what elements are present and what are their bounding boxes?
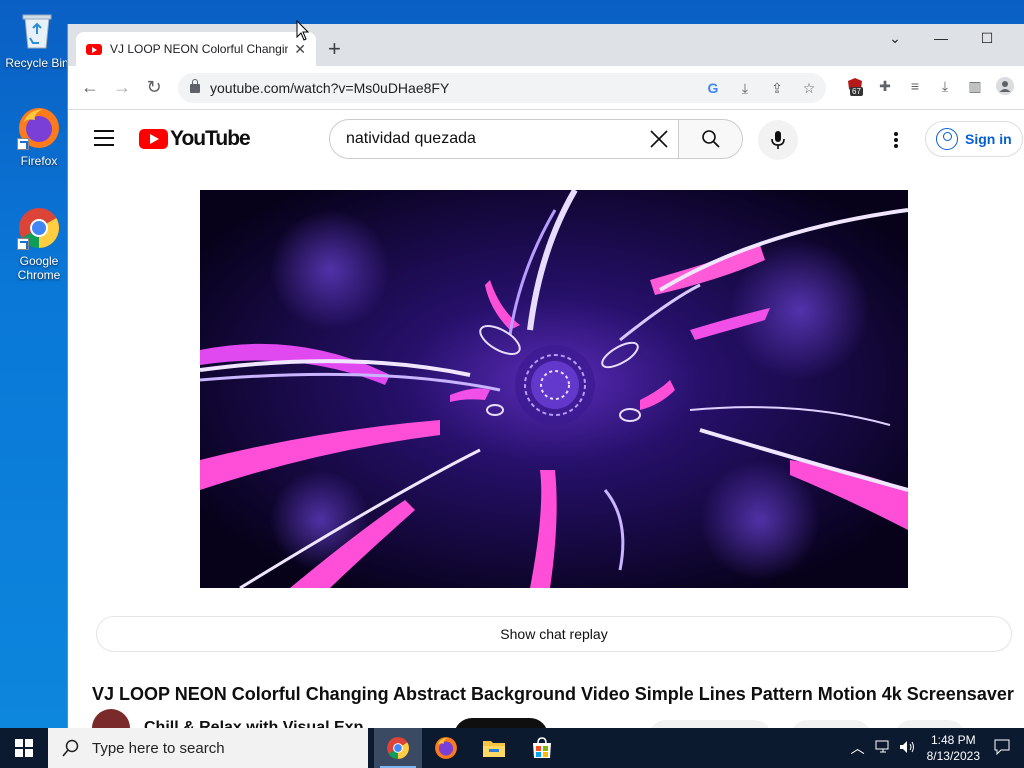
new-tab-button[interactable]: + xyxy=(328,38,341,60)
extension-shield-icon[interactable]: 67 xyxy=(846,77,864,96)
taskbar: Type here to search ︿ 1:48 PM 8/13/2023 xyxy=(0,728,1024,768)
channel-row: Chill & Relax with Visual Exp xyxy=(92,709,363,728)
taskbar-search-box[interactable]: Type here to search xyxy=(48,728,368,768)
sign-in-button[interactable]: Sign in xyxy=(925,121,1023,157)
store-bag-icon xyxy=(533,737,551,758)
tab-youtube-video[interactable]: VJ LOOP NEON Colorful Changing Abstract … xyxy=(76,32,316,66)
extension-badge: 67 xyxy=(850,87,863,96)
firefox-icon xyxy=(435,737,457,759)
search-icon xyxy=(701,130,720,148)
tab-title: VJ LOOP NEON Colorful Changing Abstract … xyxy=(110,42,289,56)
recycle-bin-icon xyxy=(15,8,59,52)
taskbar-clock[interactable]: 1:48 PM 8/13/2023 xyxy=(927,732,980,764)
media-control-icon[interactable]: ≡ xyxy=(906,77,924,95)
address-bar[interactable]: youtube.com/watch?v=Ms0uDHae8FY G ⤓ ⇪ ☆ xyxy=(178,73,826,103)
install-app-icon[interactable]: ⤓ xyxy=(736,79,754,97)
account-circle-icon xyxy=(936,128,958,150)
taskbar-search-placeholder: Type here to search xyxy=(92,739,225,757)
folder-icon xyxy=(483,741,505,757)
url-text: youtube.com/watch?v=Ms0uDHae8FY xyxy=(210,80,450,96)
desktop-icon-firefox[interactable]: Firefox xyxy=(6,106,72,168)
youtube-wordmark: YouTube xyxy=(170,127,251,150)
chat-replay-label: Show chat replay xyxy=(500,626,608,642)
search-box xyxy=(329,119,679,159)
bookmark-star-icon[interactable]: ☆ xyxy=(800,79,818,97)
shortcut-arrow-icon xyxy=(17,138,29,150)
mouse-cursor-icon xyxy=(296,20,310,41)
shortcut-arrow-icon xyxy=(17,238,29,250)
windows-logo-icon xyxy=(15,739,33,757)
tab-strip: VJ LOOP NEON Colorful Changing Abstract … xyxy=(68,24,1024,66)
back-button[interactable]: ← xyxy=(74,72,106,104)
youtube-header: YouTube Sign in xyxy=(68,110,1024,166)
video-title: VJ LOOP NEON Colorful Changing Abstract … xyxy=(92,684,1014,704)
youtube-page: YouTube Sign in xyxy=(68,110,1024,728)
settings-more-icon[interactable] xyxy=(894,132,898,150)
downloads-icon[interactable]: ⤓ xyxy=(936,77,954,95)
subscribe-button[interactable] xyxy=(454,718,548,728)
forward-button[interactable]: → xyxy=(106,72,138,104)
voice-search-button[interactable] xyxy=(758,120,798,160)
tab-search-chevron-icon[interactable]: ⌄ xyxy=(872,30,918,47)
video-player[interactable] xyxy=(200,190,908,588)
search-button[interactable] xyxy=(679,119,743,159)
taskbar-microsoft-store[interactable] xyxy=(518,728,566,768)
channel-avatar[interactable] xyxy=(92,709,130,728)
google-g-icon[interactable]: G xyxy=(704,79,722,97)
tab-close-icon[interactable]: ✕ xyxy=(294,41,306,58)
search-icon xyxy=(62,739,79,757)
neon-abstract-video-frame xyxy=(200,190,908,588)
browser-toolbar: ← → ↻ youtube.com/watch?v=Ms0uDHae8FY G … xyxy=(68,66,1024,110)
desktop-icon-recycle-bin[interactable]: Recycle Bin xyxy=(4,8,70,70)
lock-icon xyxy=(190,78,200,93)
taskbar-firefox[interactable] xyxy=(422,728,470,768)
share-icon[interactable]: ⇪ xyxy=(768,79,786,97)
youtube-play-logo-icon xyxy=(139,129,168,149)
clock-date: 8/13/2023 xyxy=(926,749,980,763)
chrome-icon xyxy=(387,737,409,759)
youtube-logo[interactable]: YouTube xyxy=(139,127,251,151)
sign-in-label: Sign in xyxy=(965,131,1012,147)
desktop-icon-label: Google Chrome xyxy=(17,254,61,282)
profile-icon[interactable] xyxy=(996,77,1014,95)
clear-search-icon[interactable] xyxy=(648,128,670,150)
start-button[interactable] xyxy=(0,728,48,768)
desktop-icon-chrome[interactable]: Google Chrome xyxy=(6,206,72,282)
system-tray: ︿ 1:48 PM 8/13/2023 xyxy=(851,728,1024,768)
network-icon[interactable] xyxy=(875,740,891,757)
firefox-icon xyxy=(17,106,61,150)
channel-name[interactable]: Chill & Relax with Visual Exp xyxy=(144,719,363,728)
side-panel-icon[interactable]: ▥ xyxy=(966,77,984,95)
chrome-window: VJ LOOP NEON Colorful Changing Abstract … xyxy=(67,24,1024,728)
desktop-icon-label: Recycle Bin xyxy=(5,56,69,70)
search-input[interactable] xyxy=(346,130,636,148)
menu-hamburger-icon[interactable] xyxy=(94,130,114,151)
volume-icon[interactable] xyxy=(899,740,917,757)
microphone-icon xyxy=(771,131,785,149)
show-chat-replay-button[interactable]: Show chat replay xyxy=(96,616,1012,652)
youtube-favicon-icon xyxy=(86,43,102,55)
minimize-button[interactable]: — xyxy=(918,30,964,46)
reload-button[interactable]: ↻ xyxy=(138,72,170,104)
maximize-button[interactable]: ☐ xyxy=(964,30,1010,47)
chrome-icon xyxy=(17,206,61,250)
like-dislike-pill[interactable] xyxy=(648,720,772,728)
taskbar-file-explorer[interactable] xyxy=(470,728,518,768)
more-actions-pill[interactable] xyxy=(894,720,966,728)
share-pill[interactable] xyxy=(790,720,872,728)
clock-time: 1:48 PM xyxy=(930,733,976,747)
taskbar-chrome[interactable] xyxy=(374,728,422,768)
notifications-icon[interactable] xyxy=(994,739,1010,758)
desktop-icon-label: Firefox xyxy=(20,154,58,168)
extensions-puzzle-icon[interactable]: ✚ xyxy=(876,77,894,95)
show-hidden-icons-chevron-icon[interactable]: ︿ xyxy=(851,738,865,758)
